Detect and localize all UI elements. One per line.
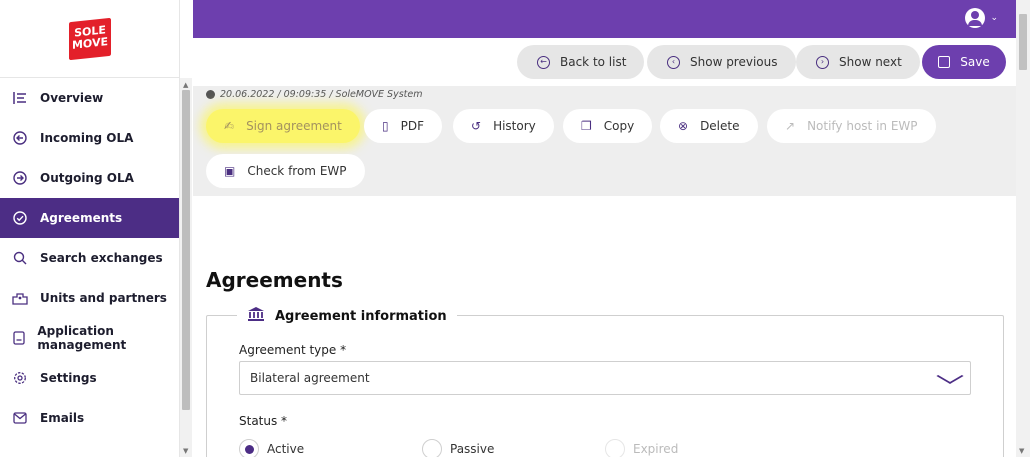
user-avatar-icon — [965, 8, 986, 28]
arrow-left-circle-icon: ← — [537, 55, 550, 69]
history-button[interactable]: ↺ History — [453, 109, 554, 143]
sidebar-item-outgoing-ola[interactable]: Outgoing OLA — [0, 158, 179, 198]
sidebar-item-label: Agreements — [40, 211, 123, 225]
sidebar-item-label: Incoming OLA — [40, 131, 134, 145]
scroll-down-icon[interactable]: ▼ — [183, 447, 188, 455]
sidebar-item-units-and-partners[interactable]: Units and partners — [0, 278, 179, 318]
chevron-left-circle-icon: ‹ — [667, 55, 680, 69]
scroll-down-icon[interactable]: ▼ — [1019, 447, 1024, 455]
show-previous-button[interactable]: ‹ Show previous — [647, 45, 796, 79]
section-title: Agreement information — [237, 306, 457, 326]
sidebar-item-label: Emails — [40, 411, 85, 425]
sidebar-item-label: Units and partners — [40, 291, 167, 305]
radio-button-icon — [239, 439, 259, 457]
arrow-left-circle-icon — [12, 130, 28, 146]
bank-icon — [247, 306, 265, 326]
check-circle-icon — [12, 210, 28, 226]
x-circle-icon: ⊗ — [678, 119, 689, 133]
document-icon — [12, 330, 25, 346]
status-radio-active[interactable]: Active — [239, 439, 304, 457]
top-bar: ⌄ — [193, 0, 1016, 38]
status-label: Status * — [239, 414, 288, 428]
pdf-button[interactable]: ▯ PDF — [364, 109, 442, 143]
record-metadata: 20.06.2022 / 09:09:35 / SoleMOVE System — [206, 89, 423, 100]
page-title: Agreements — [206, 268, 343, 292]
signature-icon: ✍ — [224, 119, 235, 133]
agreement-information-section: Agreement information Agreement type * B… — [206, 306, 1004, 457]
user-menu-button[interactable]: ⌄ — [965, 8, 998, 28]
list-icon — [12, 90, 28, 106]
clipboard-check-icon: ▣ — [224, 164, 236, 178]
chevron-down-icon: ⌄ — [990, 13, 998, 23]
sidebar-item-emails[interactable]: Emails — [0, 398, 179, 438]
sidebar-item-label: Search exchanges — [40, 251, 163, 265]
status-radio-passive[interactable]: Passive — [422, 439, 494, 457]
mail-icon — [12, 410, 28, 426]
sidebar-item-label: Outgoing OLA — [40, 171, 134, 185]
building-icon — [12, 290, 28, 306]
sidebar-item-label: Overview — [40, 91, 104, 105]
save-icon — [938, 56, 951, 68]
agreement-toolbar: 20.06.2022 / 09:09:35 / SoleMOVE System … — [193, 86, 1016, 196]
sidebar-scrollbar-thumb[interactable] — [182, 90, 190, 410]
sidebar-item-incoming-ola[interactable]: Incoming OLA — [0, 118, 179, 158]
scroll-up-icon[interactable]: ▲ — [183, 81, 188, 89]
solemove-logo[interactable]: SOLE MOVE — [68, 17, 111, 60]
save-button[interactable]: Save — [922, 45, 1006, 79]
back-to-list-button[interactable]: ← Back to list — [517, 45, 645, 79]
search-icon — [12, 250, 28, 266]
delete-button[interactable]: ⊗ Delete — [660, 109, 758, 143]
gear-icon — [12, 370, 28, 386]
sidebar-scrollbar[interactable]: ▲ ▼ — [180, 78, 192, 457]
agreement-type-select[interactable]: Bilateral agreement — [239, 361, 971, 395]
show-next-button[interactable]: › Show next — [796, 45, 920, 79]
history-icon: ↺ — [471, 119, 482, 133]
record-navigation-bar: ← Back to list ‹ Show previous › Show ne… — [193, 38, 1016, 86]
copy-button[interactable]: ❐ Copy — [563, 109, 653, 143]
file-icon: ▯ — [382, 119, 389, 133]
sidebar-item-label: Application management — [37, 324, 127, 352]
check-from-ewp-button[interactable]: ▣ Check from EWP — [206, 154, 365, 188]
clock-icon — [206, 90, 215, 99]
arrow-right-circle-icon — [12, 170, 28, 186]
notify-host-button[interactable]: ↗ Notify host in EWP — [767, 109, 936, 143]
main-content: Agreements Agreement information Agreeme… — [193, 196, 1016, 457]
sidebar-item-search-exchanges[interactable]: Search exchanges — [0, 238, 179, 278]
page-scrollbar-thumb[interactable] — [1019, 14, 1027, 70]
chevron-right-circle-icon: › — [816, 55, 829, 69]
status-radio-expired[interactable]: Expired — [605, 439, 678, 457]
sidebar-item-settings[interactable]: Settings — [0, 358, 179, 398]
sign-agreement-button[interactable]: ✍ Sign agreement — [206, 109, 360, 143]
agreement-type-label: Agreement type * — [239, 343, 347, 357]
logo-area: SOLE MOVE — [0, 0, 179, 78]
sidebar: SOLE MOVE Overview Incoming OLA Outgoing… — [0, 0, 180, 457]
copy-icon: ❐ — [581, 119, 592, 133]
page-scrollbar[interactable]: ▼ — [1016, 0, 1030, 457]
radio-button-icon — [422, 439, 442, 457]
sidebar-item-label: Settings — [40, 371, 97, 385]
share-icon: ↗ — [785, 119, 796, 133]
sidebar-item-overview[interactable]: Overview — [0, 78, 179, 118]
chevron-down-icon — [936, 368, 964, 384]
sidebar-nav: Overview Incoming OLA Outgoing OLA Agree… — [0, 78, 179, 438]
sidebar-item-application-management[interactable]: Application management — [0, 318, 179, 358]
radio-button-icon — [605, 439, 625, 457]
sidebar-item-agreements[interactable]: Agreements — [0, 198, 179, 238]
